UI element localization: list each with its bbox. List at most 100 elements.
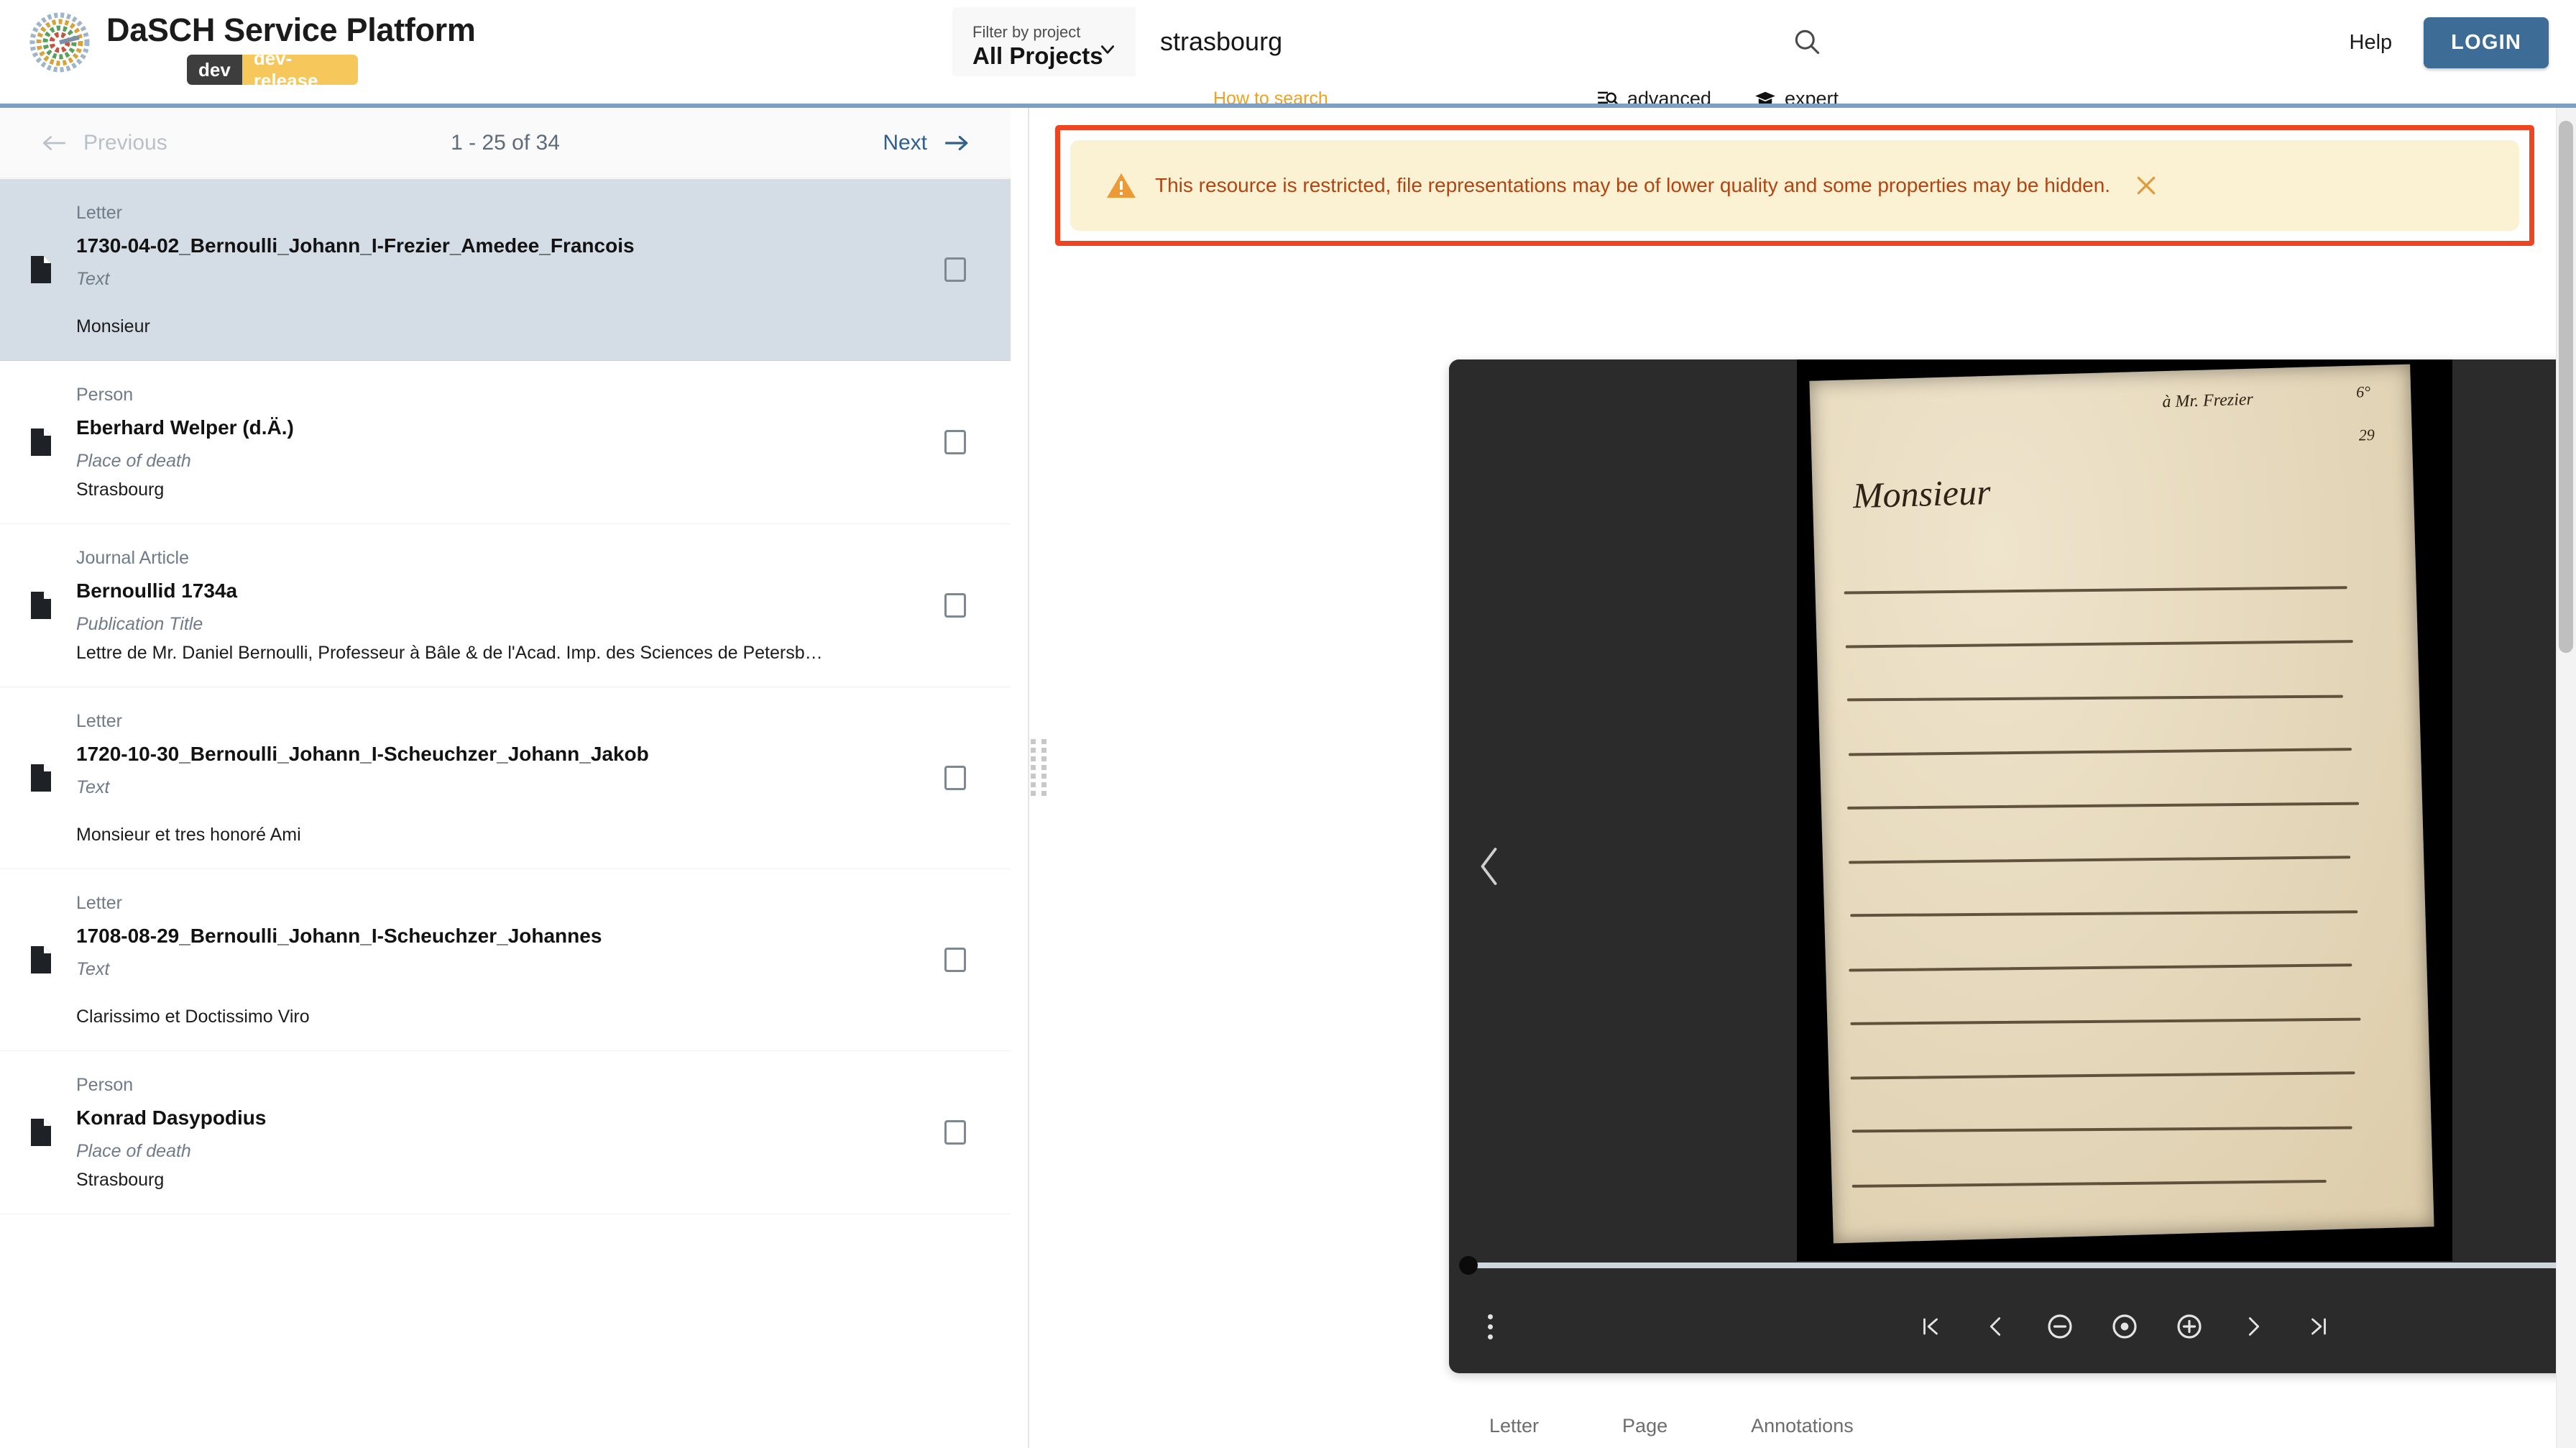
- first-page-icon[interactable]: [1912, 1308, 1949, 1345]
- pagination-bar: Previous 1 - 25 of 34 Next: [0, 108, 1011, 178]
- result-title: 1708-08-29_Bernoulli_Johann_I-Scheuchzer…: [76, 925, 602, 947]
- search-input[interactable]: strasbourg: [1136, 7, 1840, 76]
- tab-annotations[interactable]: Annotations: [1751, 1402, 1854, 1448]
- result-title: Konrad Dasypodius: [76, 1106, 267, 1129]
- table-row[interactable]: Person Konrad Dasypodius Place of death Str…: [0, 1051, 1011, 1214]
- viewer-slider-knob[interactable]: [1459, 1256, 1478, 1275]
- result-type: Person: [76, 1075, 134, 1095]
- result-property-label: Place of death: [76, 451, 191, 471]
- result-property-label: Publication Title: [76, 614, 203, 634]
- result-property-value: Lettre de Mr. Daniel Bernoulli, Professe…: [76, 643, 823, 663]
- result-title: 1730-04-02_Bernoulli_Johann_I-Frezier_Am…: [76, 234, 635, 257]
- manuscript-number: 29: [2358, 425, 2375, 444]
- brand: DaSCH Service Platform dev dev-release: [0, 0, 476, 85]
- result-property-value: Clarissimo et Doctissimo Viro: [76, 1007, 310, 1027]
- app-header: DaSCH Service Platform dev dev-release F…: [0, 0, 2576, 114]
- dasch-spiral-logo-icon: [29, 12, 91, 73]
- badge-dev-label: dev: [187, 55, 242, 85]
- restricted-resource-alert: This resource is restricted, file repres…: [1070, 140, 2519, 231]
- next-page-button[interactable]: Next: [883, 131, 969, 155]
- document-icon: [19, 427, 63, 457]
- resource-tabs: Letter Page Annotations: [1489, 1402, 1937, 1448]
- resource-scrollbar-thumb[interactable]: [2559, 121, 2573, 653]
- manuscript-addressee: à Mr. Frezier: [2162, 390, 2254, 412]
- result-list: Letter 1730-04-02_Bernoulli_Johann_I-Frez…: [0, 179, 1011, 1448]
- login-button[interactable]: LOGIN: [2424, 17, 2549, 68]
- document-icon: [19, 590, 63, 620]
- zoom-out-icon[interactable]: [2041, 1308, 2079, 1345]
- result-type: Journal Article: [76, 548, 190, 568]
- search-input-value: strasbourg: [1160, 27, 1283, 56]
- document-icon: [19, 255, 63, 285]
- document-icon: [19, 1117, 63, 1147]
- result-checkbox[interactable]: [944, 766, 966, 790]
- manuscript-salutation: Monsieur: [1852, 471, 1992, 516]
- next-page-icon[interactable]: [2235, 1308, 2273, 1345]
- image-viewer: à Mr. Frezier 6° 29 Monsieur: [1449, 359, 2576, 1373]
- search-icon[interactable]: [1791, 26, 1823, 58]
- zoom-reset-icon[interactable]: [2106, 1308, 2143, 1345]
- result-property-value: Strasbourg: [76, 1170, 165, 1190]
- table-row[interactable]: Journal Article Bernoullid 1734a Publicati…: [0, 524, 1011, 687]
- app-title: DaSCH Service Platform: [106, 12, 476, 48]
- result-property-label: Place of death: [76, 1141, 191, 1161]
- previous-page-icon[interactable]: [1977, 1308, 2014, 1345]
- result-property-value: Monsieur et tres honoré Ami: [76, 825, 301, 845]
- result-type: Letter: [76, 711, 122, 731]
- badge-release-label: dev-release: [242, 55, 358, 85]
- viewer-slider-track: [1475, 1263, 2576, 1268]
- result-checkbox[interactable]: [944, 1120, 966, 1145]
- arrow-right-icon: [943, 134, 969, 152]
- header-actions: Help LOGIN: [2350, 17, 2549, 68]
- viewer-toolbar: [1449, 1280, 2576, 1373]
- result-property-label: Text: [76, 269, 110, 289]
- project-filter-select[interactable]: Filter by project All Projects: [952, 7, 1136, 76]
- result-property-value: Monsieur: [76, 316, 150, 336]
- tab-letter[interactable]: Letter: [1489, 1402, 1539, 1448]
- panel-resize-handle[interactable]: [1031, 739, 1048, 796]
- result-checkbox[interactable]: [944, 593, 966, 618]
- result-count: 1 - 25 of 34: [451, 130, 560, 155]
- result-title: Eberhard Welper (d.Ä.): [76, 416, 294, 439]
- close-icon[interactable]: [2135, 174, 2158, 197]
- warning-triangle-icon: [1106, 172, 1136, 199]
- viewer-canvas[interactable]: à Mr. Frezier 6° 29 Monsieur: [1449, 359, 2576, 1261]
- zoom-in-icon[interactable]: [2171, 1308, 2208, 1345]
- help-link[interactable]: Help: [2350, 31, 2393, 55]
- table-row[interactable]: Letter 1720-10-30_Bernoulli_Johann_I-Sche…: [0, 687, 1011, 869]
- manuscript-frame: à Mr. Frezier 6° 29 Monsieur: [1797, 359, 2452, 1261]
- viewer-previous-image-button[interactable]: [1465, 841, 1515, 892]
- search-block: Filter by project All Projects strasbour…: [952, 7, 1840, 114]
- result-property-label: Text: [76, 959, 110, 979]
- result-title: Bernoullid 1734a: [76, 579, 238, 602]
- result-checkbox[interactable]: [944, 948, 966, 972]
- result-checkbox[interactable]: [944, 257, 966, 282]
- result-property-label: Text: [76, 777, 110, 797]
- result-title: 1720-10-30_Bernoulli_Johann_I-Scheuchzer…: [76, 743, 649, 765]
- table-row[interactable]: Letter 1708-08-29_Bernoulli_Johann_I-Sche…: [0, 869, 1011, 1051]
- result-type: Person: [76, 385, 134, 405]
- last-page-icon[interactable]: [2300, 1308, 2337, 1345]
- panel-divider: [1028, 108, 1029, 1448]
- result-type: Letter: [76, 893, 122, 913]
- version-badge: dev dev-release: [187, 55, 358, 85]
- document-icon: [19, 763, 63, 793]
- more-vertical-icon[interactable]: [1473, 1310, 1506, 1343]
- table-row[interactable]: Person Eberhard Welper (d.Ä.) Place of dea…: [0, 361, 1011, 524]
- result-property-value: Strasbourg: [76, 480, 165, 500]
- chevron-down-icon: [1098, 40, 1117, 59]
- result-type: Letter: [76, 203, 122, 223]
- manuscript-page-image: à Mr. Frezier 6° 29 Monsieur: [1809, 364, 2434, 1244]
- viewer-zoom-slider[interactable]: [1449, 1254, 2576, 1275]
- resource-panel: This resource is restricted, file repres…: [1046, 108, 2576, 1448]
- tab-page[interactable]: Page: [1622, 1402, 1668, 1448]
- results-panel: Previous 1 - 25 of 34 Next Letter 1730-04…: [0, 108, 1011, 1448]
- result-checkbox[interactable]: [944, 430, 966, 454]
- alert-message: This resource is restricted, file repres…: [1155, 174, 2111, 196]
- manuscript-folio: 6°: [2355, 382, 2371, 401]
- alert-highlight-box: This resource is restricted, file repres…: [1055, 125, 2534, 246]
- next-page-label: Next: [883, 130, 927, 155]
- document-icon: [19, 945, 63, 975]
- project-filter-label: Filter by project: [972, 23, 1081, 41]
- table-row[interactable]: Letter 1730-04-02_Bernoulli_Johann_I-Frez…: [0, 179, 1011, 361]
